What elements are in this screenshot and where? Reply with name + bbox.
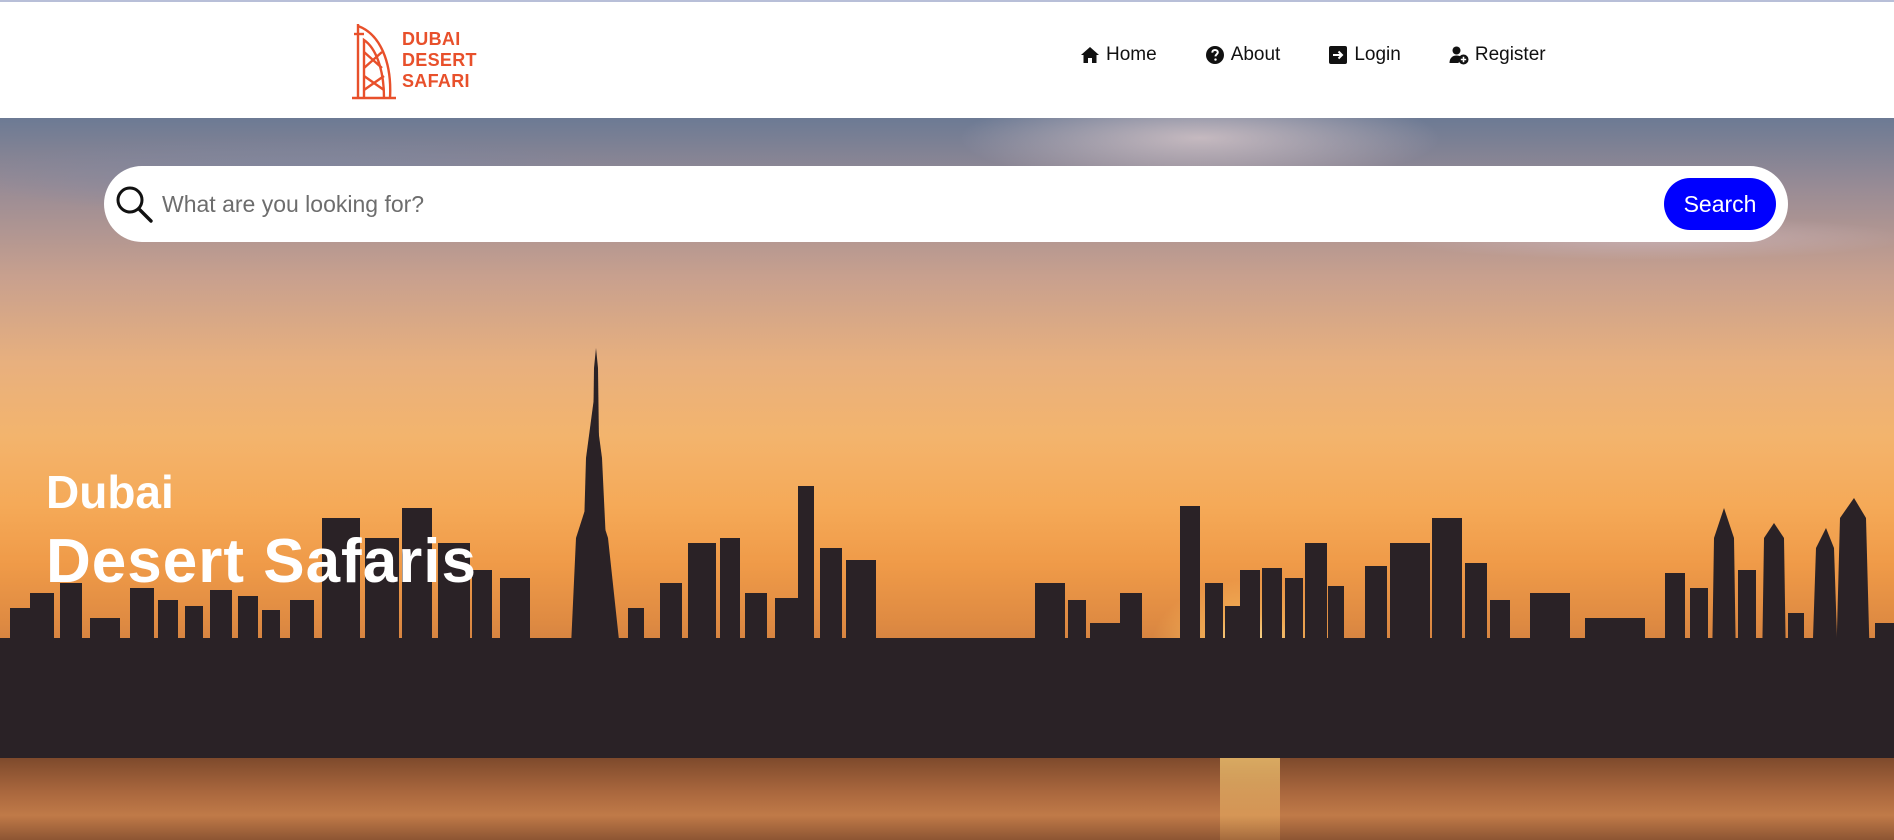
main-nav: Home About Login Register xyxy=(1080,44,1546,66)
search-icon xyxy=(116,186,153,223)
logo-text: DUBAI DESERT SAFARI xyxy=(402,18,477,102)
sun-reflection xyxy=(1220,758,1280,840)
hero-banner: Search Dubai Desert Safaris xyxy=(0,118,1894,840)
question-circle-icon xyxy=(1205,46,1224,64)
logo-line-3: SAFARI xyxy=(402,70,470,91)
site-header: DUBAI DESERT SAFARI Home About Login Reg… xyxy=(0,2,1894,118)
water-surface xyxy=(0,758,1894,840)
logo-line-2: DESERT xyxy=(402,49,477,70)
burj-al-arab-logo-icon xyxy=(352,24,396,100)
nav-login[interactable]: Login xyxy=(1328,44,1401,66)
nav-home-label: Home xyxy=(1106,44,1157,65)
nav-about[interactable]: About xyxy=(1205,44,1281,66)
nav-register-label: Register xyxy=(1474,44,1546,65)
nav-home[interactable]: Home xyxy=(1080,44,1157,66)
search-button[interactable]: Search xyxy=(1664,178,1776,230)
login-icon xyxy=(1329,46,1348,64)
search-input[interactable] xyxy=(162,184,1602,224)
home-icon xyxy=(1081,47,1099,63)
logo-line-1: DUBAI xyxy=(402,28,461,49)
hero-subtitle: Dubai xyxy=(46,466,174,518)
site-logo[interactable]: DUBAI DESERT SAFARI xyxy=(350,18,490,102)
nav-login-label: Login xyxy=(1354,44,1401,65)
hero-title: Desert Safaris xyxy=(46,527,478,596)
search-bar: Search xyxy=(104,166,1788,242)
user-plus-icon xyxy=(1449,46,1469,65)
nav-register[interactable]: Register xyxy=(1449,44,1546,66)
nav-about-label: About xyxy=(1230,44,1281,65)
